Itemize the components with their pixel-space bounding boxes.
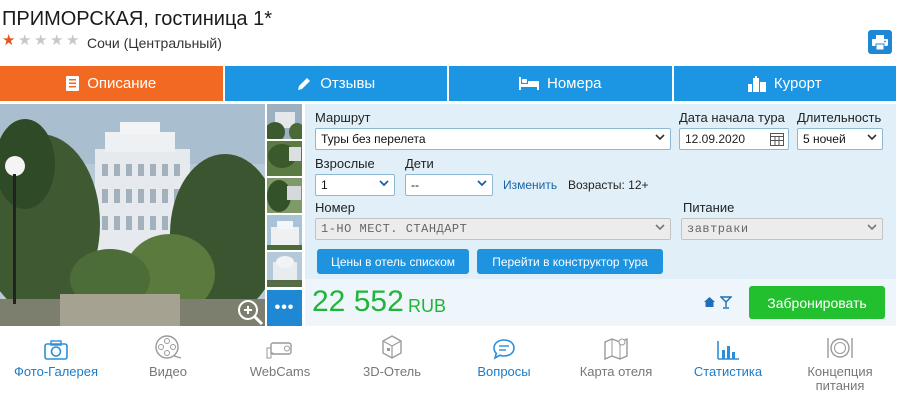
- hotel-title: ПРИМОРСКАЯ, гостиница 1*: [2, 8, 272, 30]
- room-label: Номер: [315, 200, 356, 215]
- nav-label: WebCams: [249, 364, 311, 379]
- nav-hotel-map[interactable]: Карта отеля: [560, 332, 672, 402]
- cube-3d-icon: [381, 332, 403, 360]
- document-icon: [66, 76, 80, 91]
- main-tabs: Описание Отзывы Номера Курорт: [0, 66, 896, 101]
- pencil-icon: [296, 76, 312, 92]
- star-rating: ★ ★ ★ ★ ★: [2, 32, 80, 49]
- bar-chart-icon: [716, 332, 740, 360]
- calendar-icon[interactable]: [770, 132, 784, 146]
- change-ages-link[interactable]: Изменить: [503, 178, 557, 192]
- cocktail-icon[interactable]: [720, 296, 732, 309]
- chevron-down-icon: [867, 224, 877, 231]
- room-select[interactable]: 1-НО МЕСТ. СТАНДАРТ: [315, 218, 671, 240]
- children-select[interactable]: --: [405, 174, 493, 196]
- tab-resort[interactable]: Курорт: [673, 66, 896, 101]
- hotel-photo-image: [0, 104, 265, 326]
- nav-label: 3D-Отель: [362, 364, 422, 379]
- tab-label: Номера: [546, 75, 602, 92]
- photo-thumbnail[interactable]: [267, 252, 302, 287]
- chevron-down-icon: [867, 134, 877, 141]
- print-button[interactable]: [868, 30, 892, 54]
- price-amount: 22 552: [312, 285, 404, 318]
- nav-webcams[interactable]: WebCams: [224, 332, 336, 402]
- tab-label: Курорт: [773, 75, 822, 92]
- tab-rooms[interactable]: Номера: [449, 66, 672, 101]
- bed-icon: [518, 77, 539, 90]
- tab-label: Отзывы: [320, 75, 376, 92]
- chevron-down-icon: [655, 224, 665, 231]
- star-empty-icon: ★: [50, 32, 64, 49]
- chevron-down-icon: [379, 180, 389, 187]
- webcam-icon: [265, 332, 295, 360]
- children-label: Дети: [405, 156, 434, 171]
- photo-thumbnail[interactable]: [267, 141, 302, 176]
- home-icon[interactable]: [703, 296, 716, 308]
- printer-icon: [872, 34, 888, 50]
- duration-select[interactable]: 5 ночей: [797, 128, 883, 150]
- zoom-icon[interactable]: [236, 298, 264, 326]
- chevron-down-icon: [477, 180, 487, 187]
- price-currency: RUB: [408, 296, 447, 316]
- hotel-location: Сочи (Центральный): [87, 35, 222, 51]
- photo-thumbnails: [267, 104, 302, 289]
- room-value: 1-НО МЕСТ. СТАНДАРТ: [321, 222, 468, 236]
- nav-statistics[interactable]: Статистика: [672, 332, 784, 402]
- route-value: Туры без перелета: [321, 132, 426, 146]
- nav-label: Карта отеля: [579, 364, 653, 379]
- adults-select[interactable]: 1: [315, 174, 395, 196]
- tour-constructor-button[interactable]: Перейти в конструктор тура: [477, 249, 663, 274]
- star-empty-icon: ★: [18, 32, 32, 49]
- photo-thumbnail[interactable]: [267, 178, 302, 213]
- nav-photo-gallery[interactable]: Фото-Галерея: [0, 332, 112, 402]
- nav-label: Вопросы: [477, 364, 531, 379]
- map-icon: [603, 332, 629, 360]
- tab-reviews[interactable]: Отзывы: [224, 66, 447, 101]
- start-date-value: 12.09.2020: [685, 132, 746, 146]
- chat-bubble-icon: [492, 332, 516, 360]
- route-label: Маршрут: [315, 110, 371, 125]
- meal-label: Питание: [683, 200, 735, 215]
- tab-description[interactable]: Описание: [0, 66, 223, 101]
- start-date-label: Дата начала тура: [679, 110, 785, 125]
- meal-select[interactable]: завтраки: [681, 218, 883, 240]
- start-date-field[interactable]: 12.09.2020: [679, 128, 789, 150]
- photo-thumbnail[interactable]: [267, 215, 302, 250]
- nav-label: Концепция питания: [807, 364, 873, 393]
- hotel-main-photo[interactable]: [0, 104, 265, 326]
- duration-label: Длительность: [797, 110, 882, 125]
- nav-video[interactable]: Видео: [112, 332, 224, 402]
- star-empty-icon: ★: [34, 32, 48, 49]
- nav-questions[interactable]: Вопросы: [448, 332, 560, 402]
- photo-thumbnail[interactable]: [267, 104, 302, 139]
- prices-list-button[interactable]: Цены в отель списком: [317, 249, 469, 274]
- children-value: --: [411, 178, 419, 192]
- star-empty-icon: ★: [66, 32, 80, 49]
- adults-value: 1: [321, 178, 328, 192]
- dining-plate-icon: [825, 332, 855, 360]
- bottom-navigation: Фото-Галерея Видео WebCams 3D-Отель Вопр…: [0, 332, 896, 402]
- price-info-icons: [703, 296, 732, 309]
- adults-label: Взрослые: [315, 156, 375, 171]
- star-filled-icon: ★: [2, 32, 16, 49]
- more-photos-button[interactable]: •••: [267, 290, 302, 326]
- nav-label: Фото-Галерея: [13, 364, 99, 379]
- tab-label: Описание: [87, 75, 157, 92]
- ages-text: Возрасты: 12+: [568, 178, 649, 192]
- nav-food-concept[interactable]: Концепция питания: [784, 332, 896, 402]
- camera-icon: [44, 332, 68, 360]
- duration-value: 5 ночей: [803, 132, 846, 146]
- nav-3d-hotel[interactable]: 3D-Отель: [336, 332, 448, 402]
- meal-value: завтраки: [687, 222, 749, 236]
- chevron-down-icon: [655, 134, 665, 141]
- film-reel-icon: [154, 332, 182, 360]
- nav-label: Статистика: [693, 364, 763, 379]
- nav-label: Видео: [149, 364, 187, 379]
- book-button[interactable]: Забронировать: [749, 286, 885, 319]
- buildings-icon: [747, 75, 766, 92]
- route-select[interactable]: Туры без перелета: [315, 128, 671, 150]
